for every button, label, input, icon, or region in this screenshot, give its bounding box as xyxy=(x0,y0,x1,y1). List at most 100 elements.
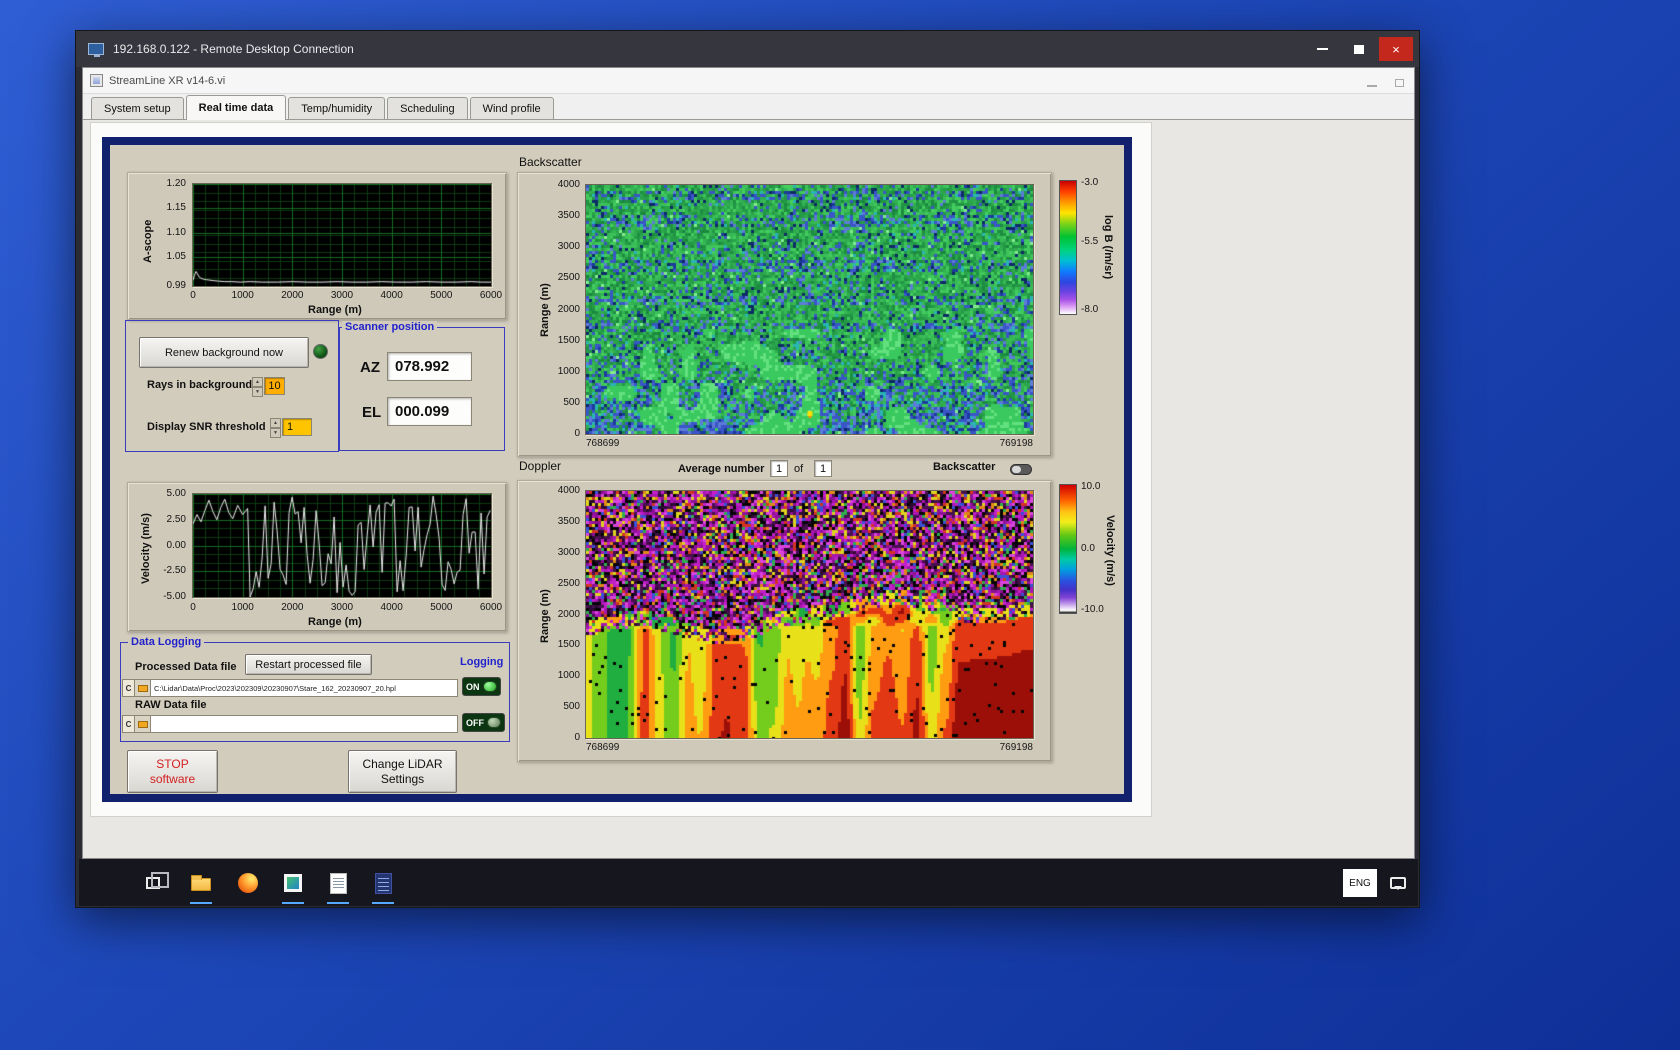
spinner-down-icon[interactable]: ▼ xyxy=(270,428,281,438)
backscatter-toggle-label: Backscatter xyxy=(933,461,996,473)
ascope-xtick-label: 3000 xyxy=(330,290,354,301)
restart-processed-file-button[interactable]: Restart processed file xyxy=(245,654,372,675)
active-app-indicator xyxy=(327,902,349,904)
rays-value-input[interactable]: 10 xyxy=(264,377,285,395)
scan-sched-app-icon[interactable] xyxy=(325,870,351,896)
backscatter-colorbar-tick: -5.5 xyxy=(1081,236,1099,248)
rdp-titlebar: 192.168.0.122 - Remote Desktop Connectio… xyxy=(76,31,1419,67)
backscatter-ytick-label: 3500 xyxy=(557,210,580,222)
processed-path-field[interactable]: C:\Lidar\Data\Proc\2023\202309\20230907\… xyxy=(151,679,458,697)
az-value-display: 078.992 xyxy=(387,352,472,381)
velocity-graph: Velocity (m/s) 5.00 2.50 0.00 -2.50 -5.00 01… xyxy=(127,482,507,632)
velocity-x-ticks: 0 1000 2000 3000 4000 5000 6000 xyxy=(128,603,508,615)
backscatter-x-start-label: 768699 xyxy=(586,438,620,449)
spinner-down-icon[interactable]: ▼ xyxy=(252,387,263,397)
language-indicator[interactable]: ENG xyxy=(1343,869,1377,897)
backscatter-y-ticks: 4000 3500 3000 2500 2000 1500 1000 500 0 xyxy=(548,173,582,458)
folder-icon xyxy=(137,684,148,692)
raw-off-toggle[interactable]: OFF xyxy=(462,713,505,732)
tab-system-setup[interactable]: System setup xyxy=(91,97,184,119)
folder-browse-icon[interactable] xyxy=(135,715,151,733)
chat-icon[interactable] xyxy=(1385,870,1411,896)
scanner-position-title: Scanner position xyxy=(342,321,438,333)
tab-real-time-data[interactable]: Real time data xyxy=(185,95,287,120)
labview-app-icon[interactable] xyxy=(370,870,396,896)
backscatter-toggle[interactable] xyxy=(1010,464,1032,475)
backscatter-ytick-label: 2000 xyxy=(557,303,580,315)
average-number-input[interactable]: 1 xyxy=(770,460,788,477)
backscatter-graph: Range (m) 4000 3500 3000 2500 2000 1500 1000 50… xyxy=(517,172,1052,457)
task-view-icon[interactable] xyxy=(140,870,169,896)
velocity-xtick-label: 0 xyxy=(190,602,196,613)
ascope-xtick-label: 2000 xyxy=(281,290,304,301)
app-window: StreamLine XR v14-6.vi System setup Real… xyxy=(82,67,1415,859)
tab-temp-humidity[interactable]: Temp/humidity xyxy=(288,97,386,119)
photos-app-icon[interactable] xyxy=(280,870,306,896)
stop-button-line1: STOP xyxy=(156,756,189,771)
velocity-xtick-label: 2000 xyxy=(281,602,304,613)
ascope-xtick-label: 4000 xyxy=(380,290,403,301)
snr-value-input[interactable]: 1 xyxy=(282,418,312,436)
backscatter-heatmap-canvas xyxy=(586,185,1033,434)
ascope-plot-canvas xyxy=(193,184,491,286)
rays-spinner[interactable]: ▲ ▼ xyxy=(252,377,263,397)
backscatter-ytick-label: 500 xyxy=(563,396,580,408)
doppler-colorbar-tick: 0.0 xyxy=(1081,543,1095,554)
doppler-ytick-label: 3500 xyxy=(557,515,580,527)
stop-software-button[interactable]: STOP software xyxy=(127,750,218,793)
average-total-input[interactable]: 1 xyxy=(814,460,832,477)
backscatter-ytick-label: 4000 xyxy=(557,179,580,190)
doppler-graph: Range (m) 4000 3500 3000 2500 2000 1500 1000 50… xyxy=(517,480,1052,762)
on-label: ON xyxy=(466,681,480,692)
spinner-up-icon[interactable]: ▲ xyxy=(270,418,281,428)
folder-browse-icon[interactable] xyxy=(135,679,151,697)
spinner-up-icon[interactable]: ▲ xyxy=(252,377,263,387)
rdp-window: 192.168.0.122 - Remote Desktop Connectio… xyxy=(75,30,1420,908)
doppler-y-ticks: 4000 3500 3000 2500 2000 1500 1000 500 0 xyxy=(548,481,582,763)
rdp-minimize-button[interactable] xyxy=(1305,37,1339,61)
backscatter-ytick-label: 1000 xyxy=(557,365,580,377)
velocity-x-axis-label: Range (m) xyxy=(308,616,362,628)
rdp-close-button[interactable]: × xyxy=(1379,37,1413,61)
velocity-plot-canvas xyxy=(193,494,491,597)
app-vi-icon xyxy=(90,74,103,87)
logging-on-toggle[interactable]: ON xyxy=(462,677,501,696)
backscatter-colorbar-label: log B (/m/sr) xyxy=(1102,215,1114,280)
raw-path-field[interactable] xyxy=(151,715,458,733)
raw-path-control[interactable]: C xyxy=(122,715,458,733)
backscatter-colorbar-tick: -3.0 xyxy=(1081,176,1099,188)
doppler-colorbar-tick: -10.0 xyxy=(1081,604,1104,616)
close-icon: × xyxy=(1392,41,1400,57)
velocity-ytick-label: -2.50 xyxy=(163,565,186,577)
snr-spinner[interactable]: ▲ ▼ xyxy=(270,418,281,438)
firefox-icon[interactable] xyxy=(235,870,261,896)
background-led xyxy=(313,344,328,359)
app-restore-icon[interactable] xyxy=(1395,79,1404,87)
rdp-maximize-button[interactable] xyxy=(1342,37,1376,61)
change-lidar-settings-button[interactable]: Change LiDAR Settings xyxy=(348,750,457,793)
average-number-label: Average number xyxy=(678,463,765,475)
rdp-title: 192.168.0.122 - Remote Desktop Connectio… xyxy=(113,42,354,56)
ascope-ytick-label: 0.99 xyxy=(166,280,186,291)
tab-wind-profile[interactable]: Wind profile xyxy=(469,97,554,119)
processed-path-control[interactable]: C C:\Lidar\Data\Proc\2023\202309\2023090… xyxy=(122,679,458,697)
doppler-ytick-label: 500 xyxy=(563,701,580,713)
ascope-ytick-label: 1.15 xyxy=(166,202,186,214)
app-title: StreamLine XR v14-6.vi xyxy=(109,74,226,87)
scan-sched-glyph xyxy=(329,872,347,894)
processed-data-file-label: Processed Data file xyxy=(135,661,237,673)
chat-bubble-glyph xyxy=(1390,877,1406,890)
app-minimize-icon[interactable] xyxy=(1367,85,1377,87)
doppler-ytick-label: 2500 xyxy=(557,577,580,589)
active-app-indicator xyxy=(190,902,212,904)
file-explorer-icon[interactable] xyxy=(188,870,214,896)
labview-glyph xyxy=(374,872,392,894)
doppler-ytick-label: 0 xyxy=(574,732,580,743)
doppler-colorbar-tick: 10.0 xyxy=(1081,480,1101,492)
task-view-glyph xyxy=(146,872,169,889)
ascope-x-axis-label: Range (m) xyxy=(308,304,362,316)
renew-background-button[interactable]: Renew background now xyxy=(139,337,309,368)
tab-scheduling[interactable]: Scheduling xyxy=(387,97,468,119)
of-label: of xyxy=(794,463,804,475)
doppler-ytick-label: 1500 xyxy=(557,639,580,651)
